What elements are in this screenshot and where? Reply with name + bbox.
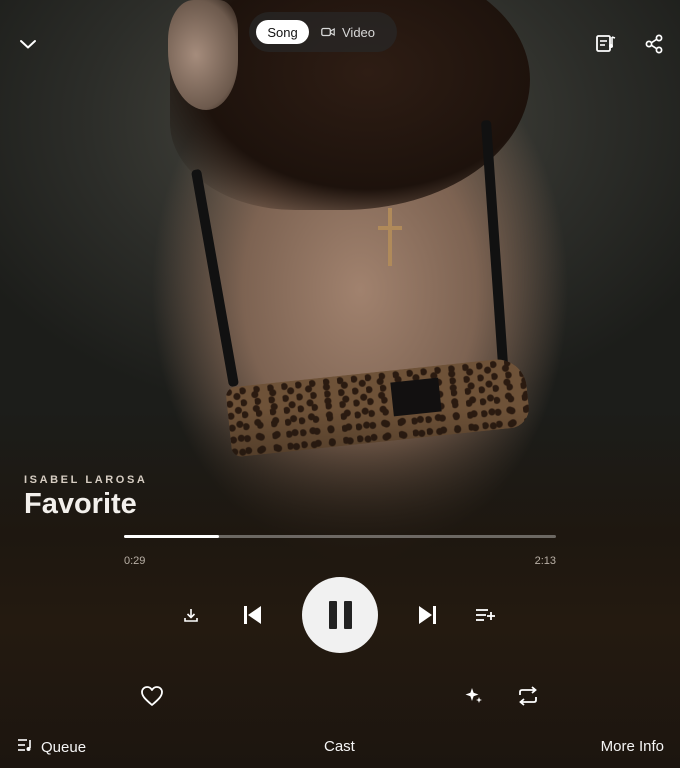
- artist-name[interactable]: ISABEL LAROSA: [24, 474, 147, 486]
- chevron-down-icon[interactable]: [16, 32, 40, 56]
- playlist-add-icon[interactable]: [472, 602, 498, 628]
- skip-previous-icon[interactable]: [238, 601, 266, 629]
- more-info-button[interactable]: More Info: [601, 738, 664, 755]
- progress-bar[interactable]: [124, 535, 556, 538]
- more-info-label: More Info: [600, 738, 664, 755]
- bottom-nav: Queue Cast More Info: [0, 736, 680, 760]
- pause-icon-bar: [343, 601, 352, 629]
- skip-next-icon[interactable]: [414, 601, 442, 629]
- song-video-toggle: Song Video: [249, 12, 397, 52]
- toggle-video-label: Video: [342, 24, 376, 40]
- queue-icon: [17, 738, 33, 756]
- artwork-strap-right: [480, 119, 510, 381]
- progress-fill: [124, 535, 220, 538]
- toggle-song-label: Song: [267, 24, 298, 40]
- toggle-song[interactable]: Song: [256, 20, 309, 44]
- cast-button[interactable]: Cast: [324, 738, 355, 755]
- lyrics-icon[interactable]: [594, 32, 618, 56]
- video-camera-icon: [321, 25, 335, 40]
- track-title: Favorite: [24, 488, 137, 520]
- sparkle-icon[interactable]: [462, 684, 486, 708]
- queue-label: Queue: [41, 738, 87, 756]
- artwork-strap-left: [190, 168, 240, 388]
- queue-button[interactable]: Queue: [17, 738, 86, 756]
- total-time: 2:13: [534, 555, 556, 567]
- pause-button[interactable]: [302, 577, 378, 653]
- cast-label: Cast: [324, 738, 355, 755]
- share-icon[interactable]: [642, 32, 666, 56]
- artwork-cross-pendant: [378, 208, 402, 268]
- current-time: 0:29: [124, 555, 146, 567]
- download-icon[interactable]: [180, 604, 202, 626]
- pause-icon: [328, 601, 337, 629]
- heart-icon[interactable]: [139, 683, 165, 709]
- toggle-video[interactable]: Video: [321, 20, 375, 44]
- top-bar: Song Video: [0, 0, 680, 80]
- repeat-icon[interactable]: [515, 683, 541, 709]
